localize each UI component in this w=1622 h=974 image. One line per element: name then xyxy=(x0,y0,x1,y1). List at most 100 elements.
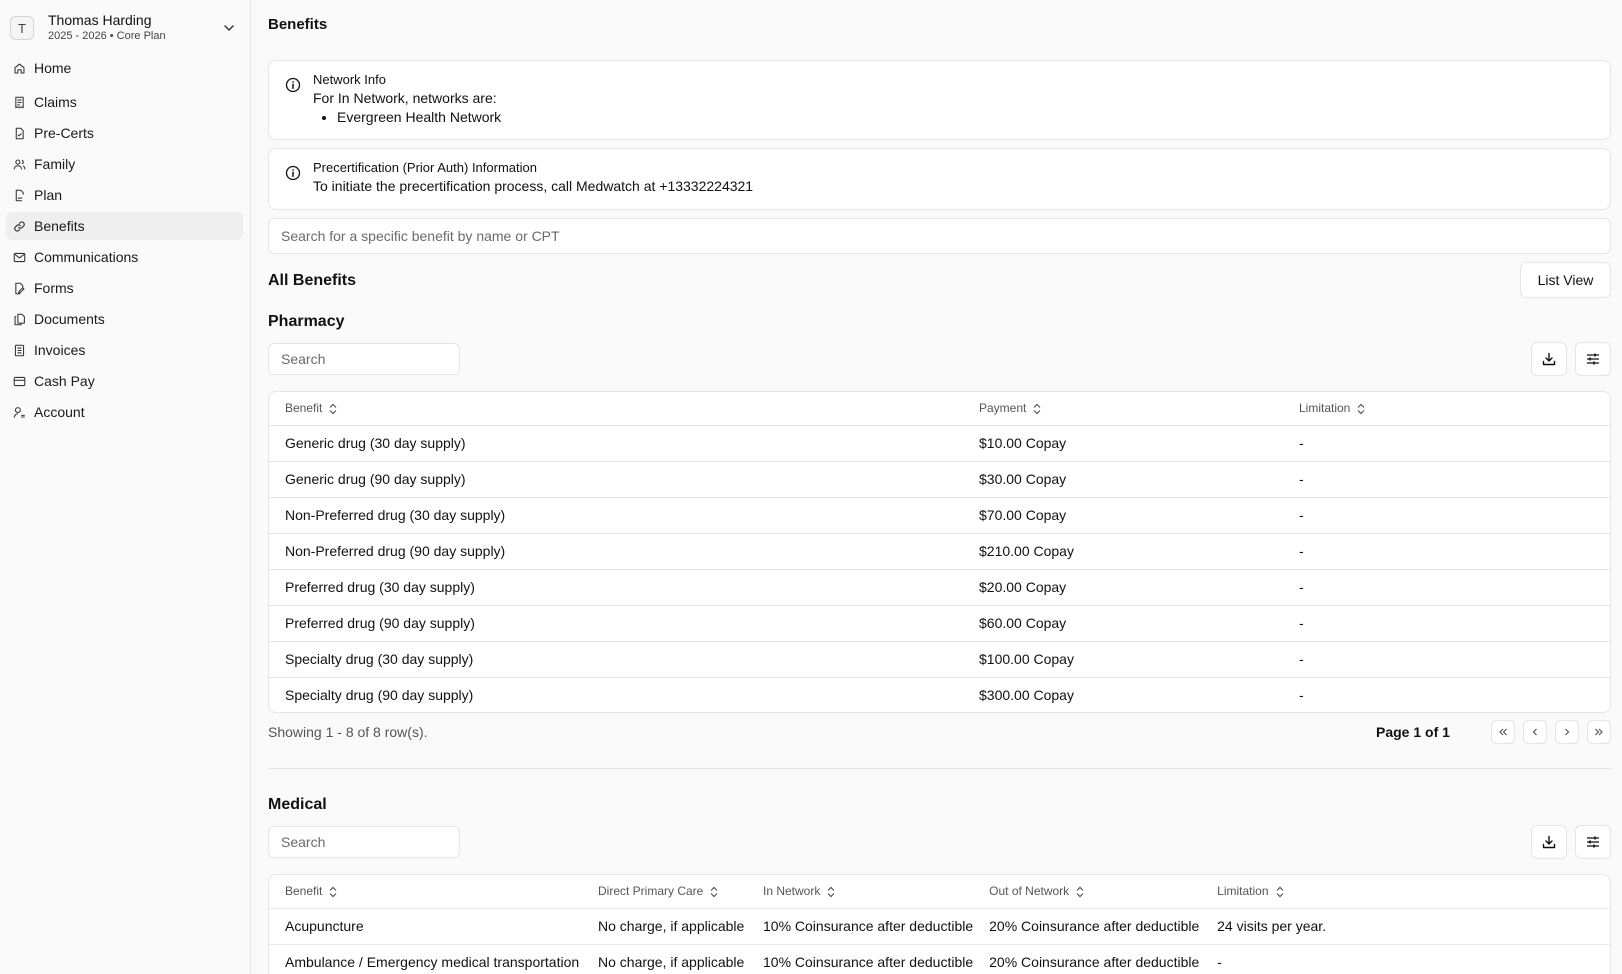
sidebar-item-claims[interactable]: Claims xyxy=(6,88,243,116)
pharmacy-search-input[interactable] xyxy=(268,343,460,375)
payment-cell: $210.00 Copay xyxy=(963,533,1283,570)
sort-icon xyxy=(827,886,835,898)
payment-cell: $300.00 Copay xyxy=(979,687,1074,704)
info-icon xyxy=(285,165,301,181)
chevron-down-icon xyxy=(224,25,234,31)
sidebar-item-label: Benefits xyxy=(34,218,85,234)
table-row: Acupuncture No charge, if applicable 10%… xyxy=(269,908,1610,945)
limitation-cell: - xyxy=(1283,605,1610,642)
users-icon xyxy=(13,159,26,169)
direct-primary-care-cell: No charge, if applicable xyxy=(598,954,745,971)
sidebar-item-family[interactable]: Family xyxy=(6,150,243,178)
sidebar-item-label: Claims xyxy=(34,94,77,110)
list-item: Evergreen Health Network xyxy=(337,108,501,127)
column-header-in-network[interactable]: In Network xyxy=(747,875,974,909)
sidebar-item-label: Cash Pay xyxy=(34,373,95,389)
sidebar-item-benefits[interactable]: Benefits xyxy=(6,212,243,240)
column-header-label: Out of Network xyxy=(989,884,1070,899)
row-count-text: Showing 1 - 8 of 8 row(s). xyxy=(268,724,428,740)
benefit-search-input[interactable] xyxy=(268,218,1611,254)
column-header-label: In Network xyxy=(763,884,821,899)
column-settings-button[interactable] xyxy=(1575,825,1611,859)
download-button[interactable] xyxy=(1531,342,1567,376)
pharmacy-table: Benefit Payment Limitation Generic drug … xyxy=(268,391,1611,713)
chevron-left-icon xyxy=(1532,728,1537,736)
table-row: Non-Preferred drug (90 day supply) $210.0… xyxy=(269,533,1610,570)
file-signature-icon xyxy=(15,189,24,201)
benefit-cell: Generic drug (90 day supply) xyxy=(269,461,963,498)
alert-text: For In Network, networks are: xyxy=(313,90,497,106)
sidebar-item-pre-certs[interactable]: Pre-Certs xyxy=(6,119,243,147)
sidebar-item-account[interactable]: Account xyxy=(6,398,243,426)
pharmacy-heading: Pharmacy xyxy=(268,313,345,330)
sort-icon xyxy=(1357,403,1365,415)
main-content: Benefits Network Info For In Network, ne… xyxy=(268,0,1611,974)
payment-cell: $30.00 Copay xyxy=(963,461,1283,498)
sidebar-item-label: Account xyxy=(34,404,85,420)
sidebar-item-label: Invoices xyxy=(34,342,86,358)
table-row: Generic drug (30 day supply) $10.00 Copay… xyxy=(269,425,1610,462)
benefit-cell: Preferred drug (30 day supply) xyxy=(269,569,963,606)
sort-icon xyxy=(329,886,337,898)
sidebar-item-cash-pay[interactable]: Cash Pay xyxy=(6,367,243,395)
last-page-button[interactable] xyxy=(1587,720,1611,744)
user-cog-icon xyxy=(13,406,25,418)
column-header-limitation[interactable]: Limitation xyxy=(1283,392,1610,426)
column-header-benefit[interactable]: Benefit xyxy=(269,392,963,426)
file-check-icon xyxy=(15,127,24,139)
user-plan: 2025 - 2026 • Core Plan xyxy=(48,30,166,42)
sidebar-item-documents[interactable]: Documents xyxy=(6,305,243,333)
column-header-limitation[interactable]: Limitation xyxy=(1201,875,1610,909)
column-settings-button[interactable] xyxy=(1575,342,1611,376)
sort-icon xyxy=(1276,886,1283,898)
network-list: Evergreen Health Network xyxy=(337,108,501,127)
previous-page-button[interactable] xyxy=(1523,720,1547,744)
sliders-icon xyxy=(1587,836,1599,848)
chevrons-right-icon xyxy=(1595,728,1603,736)
out-of-network-cell: 20% Coinsurance after deductible xyxy=(973,908,1202,945)
sidebar-item-forms[interactable]: Forms xyxy=(6,274,243,302)
list-view-button[interactable]: List View xyxy=(1520,262,1611,298)
files-icon xyxy=(14,313,25,325)
sort-icon xyxy=(1076,886,1084,898)
next-page-button[interactable] xyxy=(1555,720,1579,744)
sidebar-item-label: Communications xyxy=(34,249,139,265)
medical-table: Benefit Direct Primary Care In Network O… xyxy=(268,874,1611,974)
sort-icon xyxy=(329,403,337,415)
table-row: Generic drug (90 day supply) $30.00 Copay… xyxy=(269,461,1610,498)
sidebar: T Thomas Harding 2025 - 2026 • Core Plan… xyxy=(0,0,251,974)
credit-card-icon xyxy=(13,376,26,386)
sidebar-item-home[interactable]: Home xyxy=(6,54,243,82)
sidebar-item-label: Home xyxy=(34,60,72,76)
precert-info-alert: Precertification (Prior Auth) Informatio… xyxy=(268,148,1611,210)
column-header-out-of-network[interactable]: Out of Network xyxy=(973,875,1202,909)
alert-title: Network Info xyxy=(313,72,386,87)
sidebar-item-communications[interactable]: Communications xyxy=(6,243,243,271)
sidebar-item-plan[interactable]: Plan xyxy=(6,181,243,209)
table-row: Ambulance / Emergency medical transporta… xyxy=(269,944,1610,974)
column-header-label: Benefit xyxy=(285,401,323,416)
benefit-cell: Preferred drug (90 day supply) xyxy=(269,605,963,642)
invoice-icon xyxy=(14,344,25,356)
medical-search-input[interactable] xyxy=(268,826,460,858)
column-header-direct-primary-care[interactable]: Direct Primary Care xyxy=(582,875,747,909)
sort-icon xyxy=(1033,403,1041,415)
payment-cell: $60.00 Copay xyxy=(963,605,1283,642)
benefit-cell: Specialty drug (30 day supply) xyxy=(269,641,963,678)
column-header-label: Limitation xyxy=(1299,401,1351,416)
section-divider xyxy=(268,768,1611,769)
avatar: T xyxy=(10,16,34,40)
download-icon xyxy=(1542,835,1556,849)
benefit-cell: Specialty drug (90 day supply) xyxy=(285,687,474,704)
column-header-label: Direct Primary Care xyxy=(598,884,704,899)
sidebar-item-label: Pre-Certs xyxy=(34,125,94,141)
user-switcher[interactable]: T Thomas Harding 2025 - 2026 • Core Plan xyxy=(8,8,243,48)
download-button[interactable] xyxy=(1531,825,1567,859)
column-header-payment[interactable]: Payment xyxy=(963,392,1283,426)
sidebar-item-invoices[interactable]: Invoices xyxy=(6,336,243,364)
chevron-right-icon xyxy=(1565,728,1570,736)
column-header-benefit[interactable]: Benefit xyxy=(269,875,582,909)
first-page-button[interactable] xyxy=(1491,720,1515,744)
out-of-network-cell: 20% Coinsurance after deductible xyxy=(989,954,1200,971)
limitation-cell: - xyxy=(1283,569,1610,606)
